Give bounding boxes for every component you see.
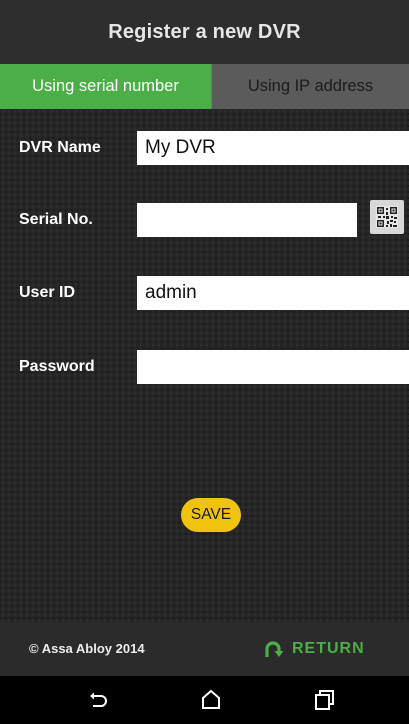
tab-serial-number-label: Using serial number xyxy=(32,77,179,95)
nav-back-button[interactable] xyxy=(86,688,110,712)
recents-icon xyxy=(315,690,334,710)
user-id-label: User ID xyxy=(19,284,76,301)
copyright-text: © Assa Abloy 2014 xyxy=(29,641,145,656)
dvr-name-label: DVR Name xyxy=(19,139,101,156)
return-button[interactable]: RETURN xyxy=(262,634,365,664)
serial-no-input[interactable] xyxy=(137,203,357,237)
nav-recents-button[interactable] xyxy=(312,688,336,712)
user-id-row: User ID xyxy=(0,273,409,313)
back-icon xyxy=(90,692,107,707)
password-input[interactable] xyxy=(137,350,409,384)
tab-ip-address-label: Using IP address xyxy=(247,77,374,95)
password-label: Password xyxy=(19,358,95,375)
page-title: Register a new DVR xyxy=(108,20,301,43)
dvr-name-input[interactable] xyxy=(137,131,409,165)
registration-tabs: Using serial number Using IP address xyxy=(0,64,409,109)
nav-home-button[interactable] xyxy=(199,688,223,712)
serial-no-row: Serial No. xyxy=(0,200,409,240)
return-arrow-icon xyxy=(265,641,284,657)
tab-ip-address[interactable]: Using IP address xyxy=(211,64,409,109)
save-button[interactable]: SAVE xyxy=(181,498,241,532)
tab-serial-number[interactable]: Using serial number xyxy=(0,64,211,109)
dvr-name-row: DVR Name xyxy=(0,128,409,168)
serial-no-label: Serial No. xyxy=(19,211,93,228)
qr-code-icon xyxy=(376,206,398,228)
home-icon xyxy=(202,689,220,709)
return-label: RETURN xyxy=(292,640,365,657)
user-id-input[interactable] xyxy=(137,276,409,310)
password-row: Password xyxy=(0,347,409,387)
app-header: Register a new DVR xyxy=(0,0,409,64)
footer-bar: © Assa Abloy 2014 RETURN xyxy=(0,622,409,676)
qr-scan-button[interactable] xyxy=(370,200,404,234)
save-button-label: SAVE xyxy=(190,506,232,523)
android-nav-bar xyxy=(0,676,409,724)
